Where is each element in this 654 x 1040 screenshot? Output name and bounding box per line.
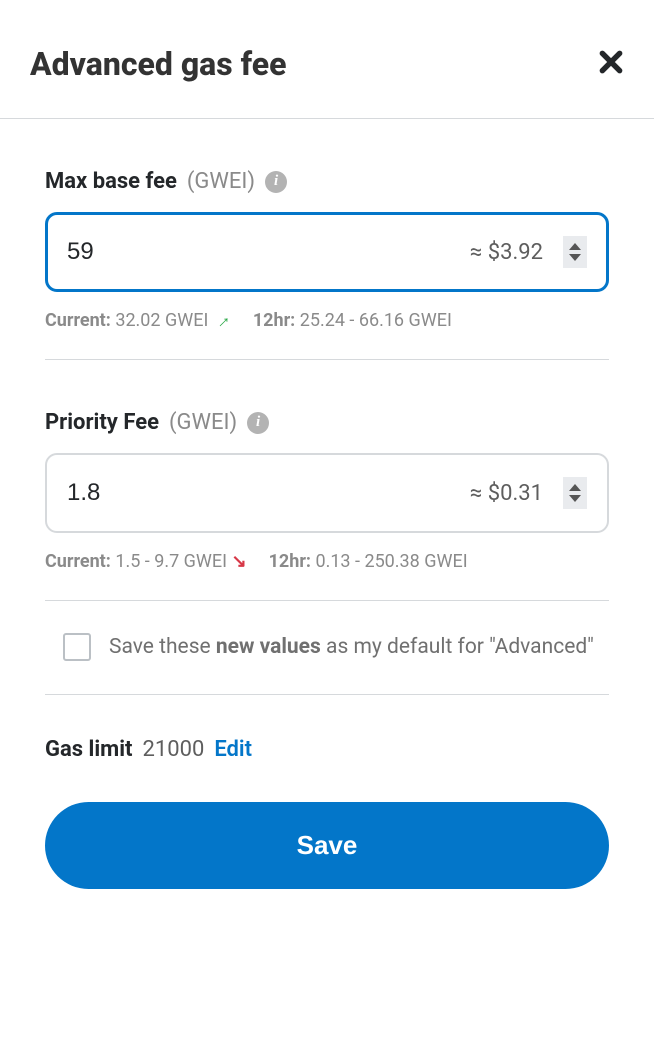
priority-fee-section: Priority Fee (GWEI) i ≈ $0.31 Current: 1… — [45, 410, 609, 601]
max-base-fee-stepper[interactable] — [563, 236, 587, 268]
arrow-down-icon: ↘ — [231, 551, 246, 572]
priority-fee-input-right: ≈ $0.31 — [470, 477, 587, 509]
info-icon[interactable]: i — [265, 171, 287, 193]
info-icon[interactable]: i — [247, 412, 269, 434]
max-base-fee-header: Max base fee (GWEI) i — [45, 169, 609, 194]
priority-fee-stats: Current: 1.5 - 9.7 GWEI ↘ 12hr: 0.13 - 2… — [45, 551, 609, 572]
section-divider — [45, 359, 609, 360]
max-base-fee-stats: Current: 32.02 GWEI → 12hr: 25.24 - 66.1… — [45, 310, 609, 331]
save-default-row: Save these new values as my default for … — [63, 631, 599, 664]
gas-limit-row: Gas limit 21000 Edit — [45, 737, 609, 762]
priority-fee-label: Priority Fee — [45, 410, 159, 435]
max-base-fee-input-right: ≈ $3.92 — [470, 236, 587, 268]
close-icon[interactable] — [598, 45, 624, 83]
gas-limit-label: Gas limit — [45, 737, 133, 762]
save-default-label: Save these new values as my default for … — [109, 631, 594, 664]
save-button[interactable]: Save — [45, 802, 609, 889]
section-divider — [45, 600, 609, 601]
priority-fee-input[interactable] — [67, 479, 187, 507]
max-base-fee-unit: (GWEI) — [187, 169, 255, 194]
priority-fee-header: Priority Fee (GWEI) i — [45, 410, 609, 435]
max-base-fee-input[interactable] — [67, 238, 187, 266]
max-base-fee-section: Max base fee (GWEI) i ≈ $3.92 Current: 3… — [45, 169, 609, 360]
save-default-checkbox[interactable] — [63, 633, 91, 661]
priority-fee-12hr: 12hr: 0.13 - 250.38 GWEI — [269, 551, 468, 572]
gas-limit-value: 21000 — [143, 737, 205, 762]
priority-fee-usd: ≈ $0.31 — [470, 481, 543, 506]
priority-fee-current: Current: 1.5 - 9.7 GWEI ↘ — [45, 551, 247, 572]
section-divider — [45, 694, 609, 695]
max-base-fee-current: Current: 32.02 GWEI → — [45, 310, 231, 331]
arrow-up-icon: → — [208, 307, 236, 335]
chevron-up-icon[interactable] — [569, 484, 581, 491]
modal-header: Advanced gas fee — [0, 0, 654, 118]
page-title: Advanced gas fee — [30, 45, 286, 83]
priority-fee-input-box[interactable]: ≈ $0.31 — [45, 453, 609, 533]
chevron-down-icon[interactable] — [569, 495, 581, 502]
max-base-fee-usd: ≈ $3.92 — [470, 240, 543, 265]
priority-fee-unit: (GWEI) — [169, 410, 237, 435]
edit-link[interactable]: Edit — [214, 737, 252, 762]
max-base-fee-12hr: 12hr: 25.24 - 66.16 GWEI — [253, 310, 452, 331]
max-base-fee-input-box[interactable]: ≈ $3.92 — [45, 212, 609, 292]
max-base-fee-label: Max base fee — [45, 169, 177, 194]
priority-fee-stepper[interactable] — [563, 477, 587, 509]
chevron-down-icon[interactable] — [569, 254, 581, 261]
content-area: Max base fee (GWEI) i ≈ $3.92 Current: 3… — [0, 119, 654, 889]
chevron-up-icon[interactable] — [569, 243, 581, 250]
